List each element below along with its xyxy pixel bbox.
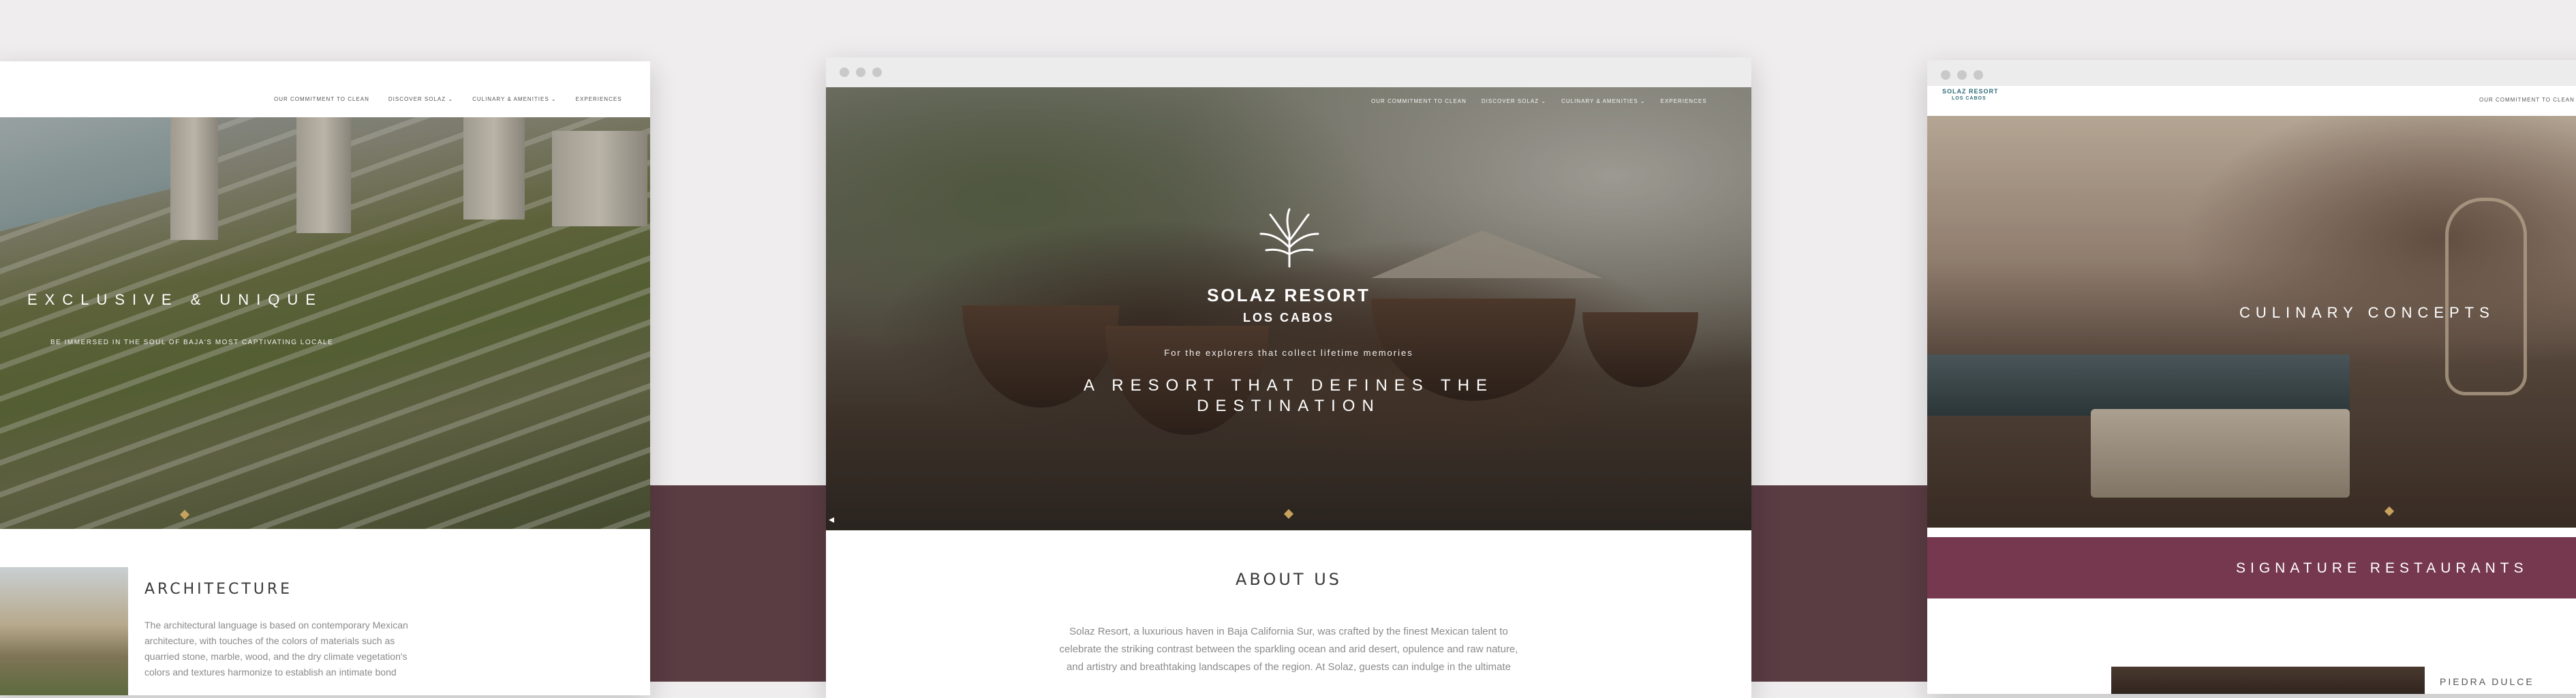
center-nav-menu: OUR COMMITMENT TO CLEAN DISCOVER SOLAZ ⌄…: [1371, 98, 1707, 104]
nav-item-culinary[interactable]: CULINARY & AMENITIES ⌄: [1561, 98, 1646, 104]
brand-name: SOLAZ RESORT: [1942, 88, 1999, 95]
hero-overlay: [0, 117, 650, 529]
brand-location: LOS CABOS: [1242, 311, 1334, 324]
about-text: Solaz Resort, a luxurious haven in Baja …: [826, 623, 1751, 676]
hero-overlay: [826, 87, 1751, 530]
window-dot: [1941, 70, 1950, 80]
text-line: and artistry and breathtaking landscapes…: [1066, 661, 1512, 673]
center-hero: OUR COMMITMENT TO CLEAN DISCOVER SOLAZ ⌄…: [826, 87, 1751, 530]
nav-item-culinary[interactable]: CULINARY & AMENITIES ⌄: [472, 96, 557, 102]
restaurant-image[interactable]: [2111, 667, 2425, 694]
left-nav-menu: OUR COMMITMENT TO CLEAN DISCOVER SOLAZ ⌄…: [274, 96, 622, 102]
text-line: architecture, with touches of the colors…: [144, 635, 395, 646]
window-dot: [1974, 70, 1983, 80]
hero-title: CULINARY CONCEPTS: [2239, 304, 2495, 321]
hero-headline: A RESORT THAT DEFINES THE: [1083, 376, 1494, 395]
hero-headline: DESTINATION: [1197, 397, 1381, 415]
restaurants-band: SIGNATURE RESTAURANTS: [1927, 537, 2576, 598]
center-browser-frame: OUR COMMITMENT TO CLEAN DISCOVER SOLAZ ⌄…: [826, 57, 1751, 698]
nav-item-commitment[interactable]: OUR COMMITMENT TO CLEAN: [274, 96, 369, 102]
text-line: colors and textures harmonize to establi…: [144, 667, 397, 678]
restaurant-name[interactable]: PIEDRA DULCE: [2440, 676, 2534, 687]
leaf-logo-icon[interactable]: [1255, 207, 1323, 269]
text-line: celebrate the striking contrast between …: [1059, 643, 1518, 655]
hero-subtitle: BE IMMERSED IN THE SOUL OF BAJA'S MOST C…: [50, 339, 334, 346]
text-line: The architectural language is based on c…: [144, 620, 408, 631]
text-line: quarried stone, marble, wood, and the dr…: [144, 651, 408, 662]
nav-item-experiences[interactable]: EXPERIENCES: [1661, 98, 1707, 104]
nav-item-discover[interactable]: DISCOVER SOLAZ ⌄: [388, 96, 453, 102]
left-browser-frame: OUR COMMITMENT TO CLEAN DISCOVER SOLAZ ⌄…: [0, 61, 650, 695]
window-dot: [856, 67, 865, 77]
hero-tagline: For the explorers that collect lifetime …: [1164, 348, 1413, 358]
left-hero: EXCLUSIVE & UNIQUE BE IMMERSED IN THE SO…: [0, 117, 650, 529]
brand-location: LOS CABOS: [1952, 96, 1987, 101]
right-browser-frame: SOLAZ RESORT LOS CABOS OUR COMMITMENT TO…: [1927, 60, 2576, 694]
band-title: SIGNATURE RESTAURANTS: [2236, 560, 2528, 576]
window-dot: [872, 67, 882, 77]
text-line: Solaz Resort, a luxurious haven in Baja …: [1069, 626, 1508, 637]
hero-title: EXCLUSIVE & UNIQUE: [27, 291, 323, 308]
brand-name[interactable]: SOLAZ RESORT: [826, 285, 1751, 306]
hero-overlay: [1927, 116, 2576, 528]
slider-prev-icon[interactable]: ◂: [829, 513, 834, 526]
brand-logo[interactable]: SOLAZ RESORT LOS CABOS: [1942, 88, 1999, 101]
right-hero: CULINARY CONCEPTS: [1927, 116, 2576, 528]
nav-item-commitment[interactable]: OUR COMMITMENT TO CLEAN: [1371, 98, 1467, 104]
nav-item-commitment[interactable]: OUR COMMITMENT TO CLEAN: [2479, 97, 2575, 103]
browser-chrome: [826, 57, 1751, 87]
nav-item-discover[interactable]: DISCOVER SOLAZ ⌄: [1482, 98, 1546, 104]
architecture-text: The architectural language is based on c…: [144, 618, 444, 680]
right-nav-menu: OUR COMMITMENT TO CLEAN: [2479, 97, 2575, 103]
architecture-image: [0, 567, 128, 695]
left-navbar: OUR COMMITMENT TO CLEAN DISCOVER SOLAZ ⌄…: [0, 82, 650, 117]
right-navbar: SOLAZ RESORT LOS CABOS OUR COMMITMENT TO…: [1927, 86, 2576, 116]
section-title-about: ABOUT US: [1235, 570, 1342, 589]
window-dot: [1957, 70, 1967, 80]
section-title-architecture: ARCHITECTURE: [144, 581, 293, 598]
nav-item-experiences[interactable]: EXPERIENCES: [576, 96, 622, 102]
window-dot: [840, 67, 849, 77]
